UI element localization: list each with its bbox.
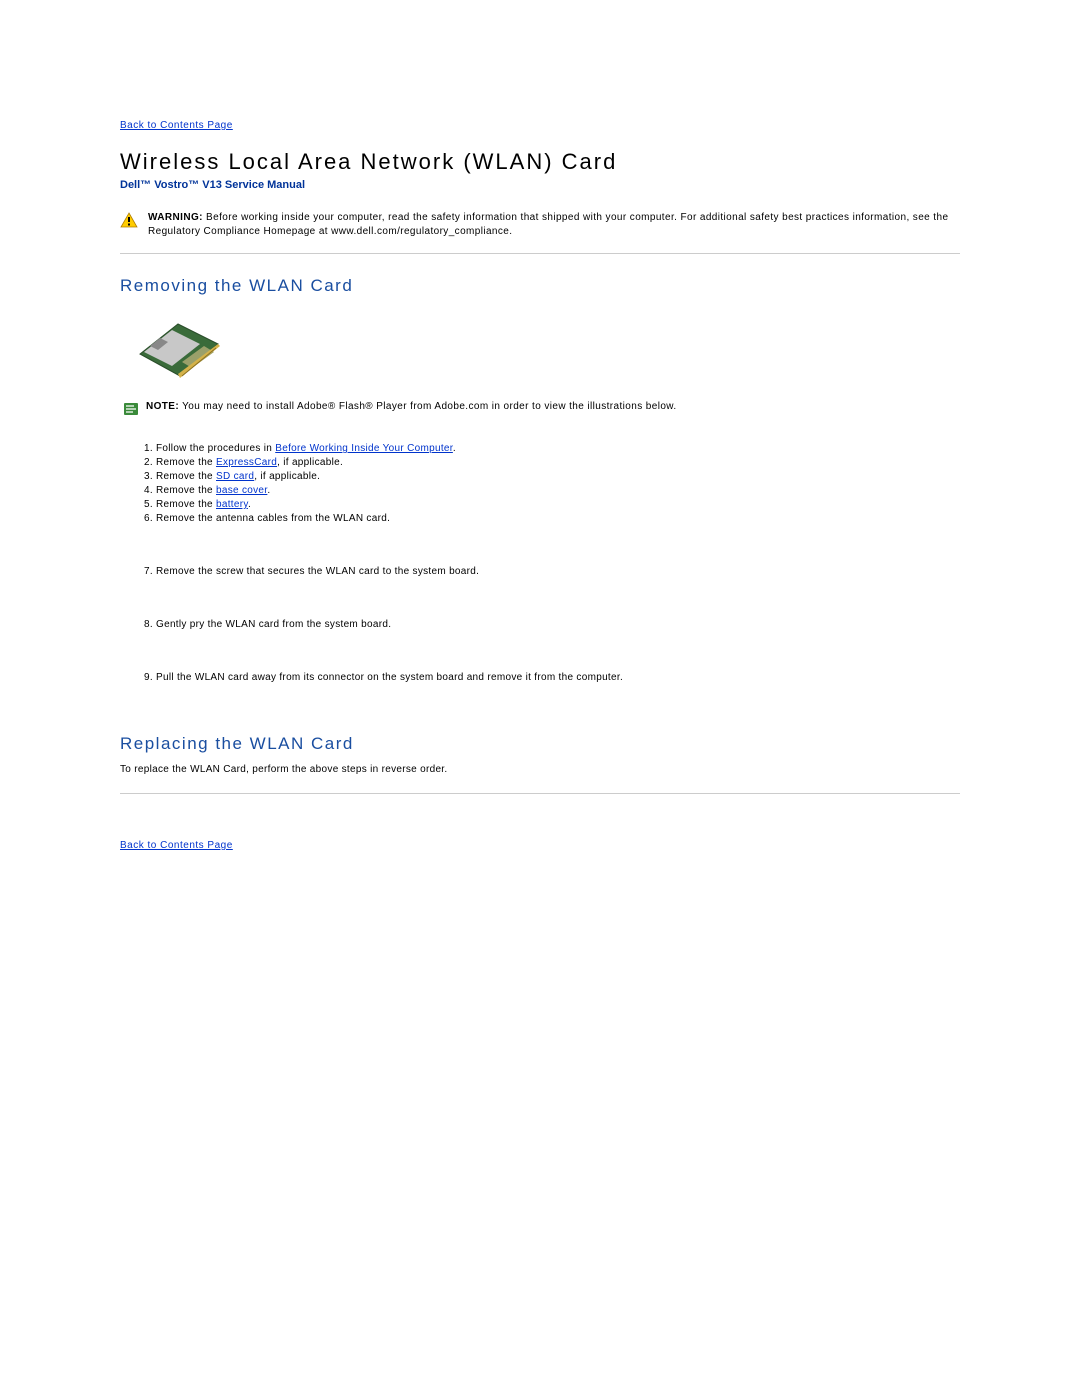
link-expresscard[interactable]: ExpressCard: [216, 457, 277, 468]
step-9: Pull the WLAN card away from its connect…: [156, 671, 960, 684]
divider: [120, 253, 960, 254]
page-title: Wireless Local Area Network (WLAN) Card: [120, 149, 960, 175]
step-3: Remove the SD card, if applicable.: [156, 470, 960, 483]
back-to-contents-link-top[interactable]: Back to Contents Page: [120, 120, 233, 131]
step-7: Remove the screw that secures the WLAN c…: [156, 565, 960, 578]
divider-bottom: [120, 793, 960, 794]
step-8: Gently pry the WLAN card from the system…: [156, 618, 960, 631]
note-text: NOTE: You may need to install Adobe® Fla…: [146, 401, 677, 412]
note-icon: [124, 403, 138, 418]
warning-text: WARNING: Before working inside your comp…: [148, 211, 960, 239]
removal-steps-list: Follow the procedures in Before Working …: [138, 442, 960, 684]
step-2: Remove the ExpressCard, if applicable.: [156, 456, 960, 469]
section-title-replacing: Replacing the WLAN Card: [120, 734, 960, 754]
wlan-card-image: [122, 306, 960, 387]
warning-block: WARNING: Before working inside your comp…: [120, 211, 960, 239]
section-title-removing: Removing the WLAN Card: [120, 276, 960, 296]
step-5: Remove the battery.: [156, 498, 960, 511]
link-battery[interactable]: battery: [216, 499, 248, 510]
document-page: Back to Contents Page Wireless Local Are…: [0, 0, 1080, 851]
back-to-contents-link-bottom[interactable]: Back to Contents Page: [120, 840, 233, 851]
replacing-text: To replace the WLAN Card, perform the ab…: [120, 764, 960, 775]
link-sd-card[interactable]: SD card: [216, 471, 254, 482]
link-before-working[interactable]: Before Working Inside Your Computer: [275, 443, 453, 454]
warning-triangle-icon: [120, 212, 138, 231]
link-base-cover[interactable]: base cover: [216, 485, 267, 496]
subtitle: Dell™ Vostro™ V13 Service Manual: [120, 179, 960, 191]
step-4: Remove the base cover.: [156, 484, 960, 497]
step-1: Follow the procedures in Before Working …: [156, 442, 960, 455]
note-block: NOTE: You may need to install Adobe® Fla…: [124, 401, 960, 418]
step-6: Remove the antenna cables from the WLAN …: [156, 512, 960, 525]
